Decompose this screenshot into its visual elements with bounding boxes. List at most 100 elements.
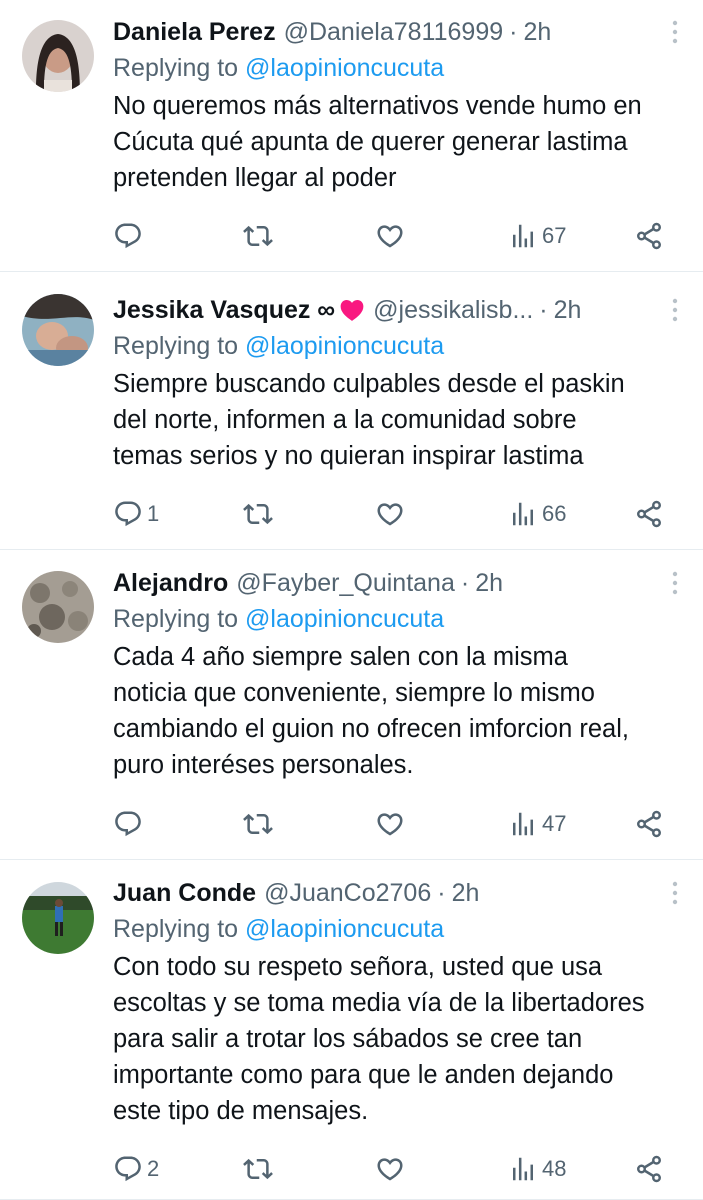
views-count: 48	[542, 1156, 567, 1181]
share-button[interactable]	[634, 806, 664, 842]
share-button[interactable]	[634, 1151, 664, 1187]
retweet-button[interactable]	[243, 496, 273, 532]
avatar[interactable]	[22, 20, 94, 92]
timestamp[interactable]: 2h	[452, 875, 480, 911]
views-button[interactable]: 48	[508, 1151, 566, 1187]
user-handle[interactable]: @JuanCo2706	[264, 875, 431, 911]
views-count: 67	[542, 223, 567, 248]
tweet-text-line: Siempre buscando culpables desde el pask…	[113, 370, 625, 398]
replying-to: Replying to @laopinioncucuta	[113, 911, 703, 947]
tweet-text-line: temas serios y no quieran inspirar lasti…	[113, 442, 584, 470]
replying-to-label: Replying to	[113, 332, 239, 360]
share-icon	[634, 809, 664, 839]
replying-to-link[interactable]: @laopinioncucuta	[245, 605, 444, 633]
views-button[interactable]: 47	[508, 806, 566, 842]
user-handle[interactable]: @Daniela78116999	[284, 14, 504, 50]
views-count: 47	[542, 811, 567, 836]
reply-icon	[113, 499, 143, 529]
views-button[interactable]: 66	[508, 496, 566, 532]
heart-icon	[375, 809, 405, 839]
like-button[interactable]	[375, 218, 405, 254]
separator-dot: ·	[539, 296, 548, 324]
avatar[interactable]	[22, 571, 94, 643]
tweet-actions: 47	[113, 806, 703, 842]
more-options-icon[interactable]	[663, 875, 687, 911]
bar-chart-icon	[508, 809, 538, 839]
retweet-button[interactable]	[243, 806, 273, 842]
retweet-button[interactable]	[243, 1151, 273, 1187]
replying-to: Replying to @laopinioncucuta	[113, 601, 703, 637]
tweet-text-line: este tipo de mensajes.	[113, 1097, 369, 1125]
retweet-button[interactable]	[243, 218, 273, 254]
reply-icon	[113, 221, 143, 251]
views-count: 66	[542, 501, 567, 526]
replying-to-link[interactable]: @laopinioncucuta	[245, 332, 444, 360]
tweet-text-line: para salir a trotar los sábados se cree …	[113, 1025, 583, 1053]
tweet-text-line: Con todo su respeto señora, usted que us…	[113, 953, 603, 981]
tweet-text-line: escoltas y se toma media vía de la liber…	[113, 989, 645, 1017]
tweet-text: Cada 4 año siempre salen con la misma not…	[113, 639, 693, 783]
like-button[interactable]	[375, 806, 405, 842]
reply-count: 2	[147, 1156, 160, 1181]
reply-icon	[113, 809, 143, 839]
tweet-text: Siempre buscando culpables desde el pask…	[113, 366, 693, 474]
tweet-reply[interactable]: Jessika Vasquez ∞ @jessikalisb... · 2h Reply…	[0, 272, 703, 550]
display-name[interactable]: Jessika Vasquez ∞	[113, 292, 335, 328]
bar-chart-icon	[508, 221, 538, 251]
display-name[interactable]: Juan Conde	[113, 875, 256, 911]
tweet-reply[interactable]: Alejandro @Fayber_Quintana · 2h Replying to …	[0, 550, 703, 860]
tweet-actions: 2 48	[113, 1151, 703, 1187]
like-button[interactable]	[375, 1151, 405, 1187]
avatar[interactable]	[22, 294, 94, 366]
user-handle[interactable]: @jessikalisb...	[373, 292, 533, 328]
tweet-text-line: cambiando el guion no ofrecen imforcion …	[113, 715, 629, 743]
more-options-icon[interactable]	[663, 14, 687, 50]
replying-to: Replying to @laopinioncucuta	[113, 50, 703, 86]
replying-to-link[interactable]: @laopinioncucuta	[245, 54, 444, 82]
timestamp[interactable]: 2h	[475, 565, 503, 601]
separator-dot: ·	[509, 18, 518, 46]
tweet-text: Con todo su respeto señora, usted que us…	[113, 949, 693, 1129]
tweet-reply[interactable]: Daniela Perez @Daniela78116999 · 2h Replying…	[0, 0, 703, 272]
bar-chart-icon	[508, 499, 538, 529]
share-button[interactable]	[634, 496, 664, 532]
retweet-icon	[243, 1154, 273, 1184]
replying-to-link[interactable]: @laopinioncucuta	[245, 915, 444, 943]
display-name[interactable]: Alejandro	[113, 565, 228, 601]
replying-to-label: Replying to	[113, 915, 239, 943]
replying-to: Replying to @laopinioncucuta	[113, 328, 703, 364]
tweet-text-line: noticia que conveniente, siempre lo mism…	[113, 679, 595, 707]
like-button[interactable]	[375, 496, 405, 532]
timestamp[interactable]: 2h	[523, 14, 551, 50]
tweet-header: Juan Conde @JuanCo2706 · 2h	[113, 875, 703, 911]
share-icon	[634, 221, 664, 251]
avatar[interactable]	[22, 882, 94, 954]
tweet-header: Daniela Perez @Daniela78116999 · 2h	[113, 14, 703, 50]
share-button[interactable]	[634, 218, 664, 254]
reply-icon	[113, 1154, 143, 1184]
tweet-text-line: del norte, informen a la comunidad sobre	[113, 406, 577, 434]
views-button[interactable]: 67	[508, 218, 566, 254]
more-options-icon[interactable]	[663, 565, 687, 601]
heart-icon	[375, 221, 405, 251]
tweet-text: No queremos más alternativos vende humo …	[113, 88, 693, 196]
display-name[interactable]: Daniela Perez	[113, 14, 276, 50]
retweet-icon	[243, 809, 273, 839]
more-options-icon[interactable]	[663, 292, 687, 328]
tweet-reply[interactable]: Juan Conde @JuanCo2706 · 2h Replying to @lao…	[0, 860, 703, 1200]
tweet-actions: 1 66	[113, 496, 703, 532]
retweet-icon	[243, 499, 273, 529]
share-icon	[634, 499, 664, 529]
tweet-text-line: No queremos más alternativos vende humo …	[113, 92, 642, 120]
timestamp[interactable]: 2h	[554, 292, 582, 328]
reply-button[interactable]: 2	[113, 1151, 159, 1187]
reply-button[interactable]	[113, 218, 147, 254]
reply-count: 1	[147, 501, 160, 526]
tweet-actions: 67	[113, 218, 703, 254]
replying-to-label: Replying to	[113, 54, 239, 82]
user-handle[interactable]: @Fayber_Quintana	[236, 565, 455, 601]
tweet-text-line: importante como para que le anden dejand…	[113, 1061, 614, 1089]
reply-button[interactable]	[113, 806, 147, 842]
tweet-text-line: puro interéses personales.	[113, 751, 414, 779]
reply-button[interactable]: 1	[113, 496, 159, 532]
